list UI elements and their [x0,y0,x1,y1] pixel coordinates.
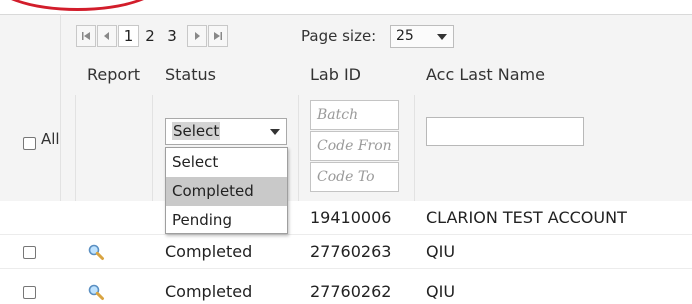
last-page-icon [214,32,222,40]
page-2-button[interactable]: 2 [139,25,161,47]
row-checkbox[interactable] [23,286,36,299]
magnifier-icon[interactable] [87,283,105,301]
status-dropdown-menu: Select Completed Pending [165,147,288,234]
column-header-status[interactable]: Status [165,65,216,84]
column-header-lab-id[interactable]: Lab ID [310,65,361,84]
column-header-report[interactable]: Report [87,65,140,84]
column-header-acc-last-name[interactable]: Acc Last Name [426,65,545,84]
status-option-completed[interactable]: Completed [166,177,287,206]
pager-bar: 1 2 3 Page size: 25 [0,14,692,56]
page-size-value: 25 [396,28,414,44]
table-row[interactable]: 19410006 CLARION TEST ACCOUNT [0,201,692,235]
next-page-button[interactable] [187,25,207,47]
next-page-icon [195,32,200,40]
status-filter-value: Select [172,122,221,140]
code-to-input[interactable]: Code To [310,162,399,192]
column-divider [298,95,299,201]
acc-last-name-filter-input[interactable] [426,117,584,146]
status-option-pending[interactable]: Pending [166,206,287,235]
status-filter-select[interactable]: Select [165,118,287,145]
column-divider [152,95,153,201]
batch-input[interactable]: Batch [310,100,399,130]
magnifier-icon[interactable] [87,243,105,261]
first-page-button[interactable] [76,25,96,47]
row-checkbox[interactable] [23,246,36,259]
page-1-button[interactable]: 1 [118,25,139,47]
acc-last-name-cell: QIU [426,282,456,301]
column-header-row: Report Status Lab ID Acc Last Name [0,55,692,96]
status-option-select[interactable]: Select [166,148,287,177]
column-divider [414,95,415,201]
status-cell: Completed [165,242,253,261]
page-3-button[interactable]: 3 [161,25,183,47]
last-page-button[interactable] [208,25,228,47]
pager: 1 2 3 [76,24,229,48]
annotation-circle [0,0,165,11]
table-row[interactable]: Completed 27760262 QIU [0,269,692,302]
column-divider [75,95,76,201]
code-from-input[interactable]: Code Fron [310,131,399,161]
prev-page-icon [104,32,109,40]
chevron-down-icon [270,129,280,135]
lab-id-cell: 19410006 [310,208,392,227]
chevron-down-icon [437,34,447,40]
prev-page-button[interactable] [97,25,117,47]
acc-last-name-cell: QIU [426,242,456,261]
select-all-checkbox[interactable] [23,137,36,150]
acc-last-name-cell: CLARION TEST ACCOUNT [426,208,627,227]
select-all-label: All [41,130,60,148]
page-size-label: Page size: [301,27,377,45]
column-divider [60,14,61,201]
lab-id-cell: 27760263 [310,242,392,261]
lab-id-cell: 27760262 [310,282,392,301]
table-row[interactable]: Completed 27760263 QIU [0,235,692,269]
status-cell: Completed [165,282,253,301]
first-page-icon [82,32,90,40]
page-size-select[interactable]: 25 [390,25,454,48]
